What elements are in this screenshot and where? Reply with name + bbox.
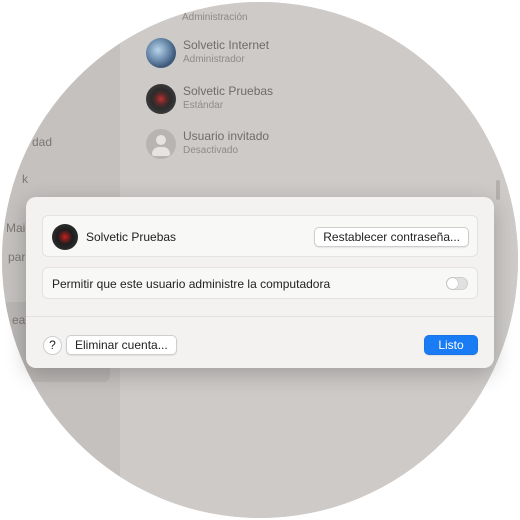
sidebar-item-fragment[interactable]: ea xyxy=(12,313,25,327)
sidebar-item-fragment[interactable]: Mail xyxy=(6,221,28,235)
record-avatar xyxy=(146,84,176,114)
user-role: Desactivado xyxy=(183,145,239,156)
globe-avatar xyxy=(146,38,176,68)
delete-account-button[interactable]: Eliminar cuenta... xyxy=(66,335,177,355)
divider xyxy=(26,316,494,317)
sidebar-item-fragment[interactable]: dad xyxy=(32,135,52,149)
user-role: Estándar xyxy=(183,100,224,111)
user-role: Administrador xyxy=(183,54,245,65)
dialog-user-name: Solvetic Pruebas xyxy=(86,230,177,244)
toggle-knob xyxy=(447,278,458,289)
sidebar-item-fragment[interactable]: k xyxy=(22,172,28,186)
scrollbar[interactable] xyxy=(496,180,500,200)
guest-avatar xyxy=(146,129,176,159)
user-info-box: Solvetic Pruebas Restablecer contraseña.… xyxy=(42,215,478,257)
section-caption: Administración xyxy=(182,12,248,23)
help-button[interactable]: ? xyxy=(43,336,62,355)
admin-permission-label: Permitir que este usuario administre la … xyxy=(52,277,331,291)
user-settings-dialog: Solvetic Pruebas Restablecer contraseña.… xyxy=(26,197,494,368)
reset-password-button[interactable]: Restablecer contraseña... xyxy=(314,227,469,247)
user-name: Solvetic Internet xyxy=(183,38,270,52)
record-avatar xyxy=(52,224,78,250)
done-button[interactable]: Listo xyxy=(424,335,478,355)
user-name: Usuario invitado xyxy=(183,129,270,143)
admin-permission-toggle[interactable] xyxy=(446,277,468,290)
admin-permission-row: Permitir que este usuario administre la … xyxy=(42,267,478,299)
user-name: Solvetic Pruebas xyxy=(183,84,274,98)
